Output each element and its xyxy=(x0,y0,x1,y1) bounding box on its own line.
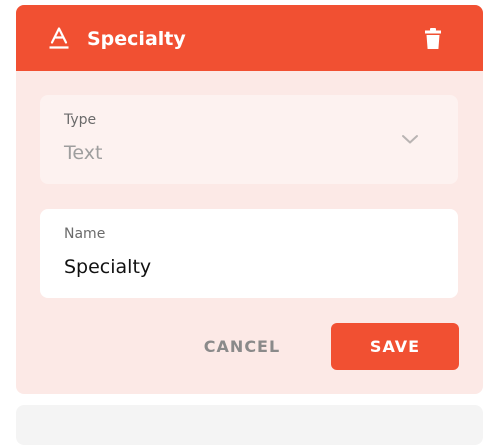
chevron-down-icon[interactable] xyxy=(400,129,420,149)
trash-icon[interactable] xyxy=(421,27,445,51)
type-value: Text xyxy=(64,142,103,164)
type-select[interactable]: Type Text xyxy=(40,95,458,184)
name-field[interactable]: Name Specialty xyxy=(40,209,458,298)
type-label: Type xyxy=(64,112,97,128)
card-header: Specialty xyxy=(16,5,483,71)
field-editor-card: Specialty Type Text Name Specialty CANCE… xyxy=(16,5,483,394)
card-title: Specialty xyxy=(87,28,186,50)
text-field-icon xyxy=(47,26,71,50)
name-label: Name xyxy=(64,226,106,242)
next-field-card[interactable] xyxy=(16,405,483,445)
name-input[interactable]: Specialty xyxy=(64,254,151,280)
save-button[interactable]: SAVE xyxy=(331,323,459,370)
cancel-button[interactable]: CANCEL xyxy=(187,323,297,371)
